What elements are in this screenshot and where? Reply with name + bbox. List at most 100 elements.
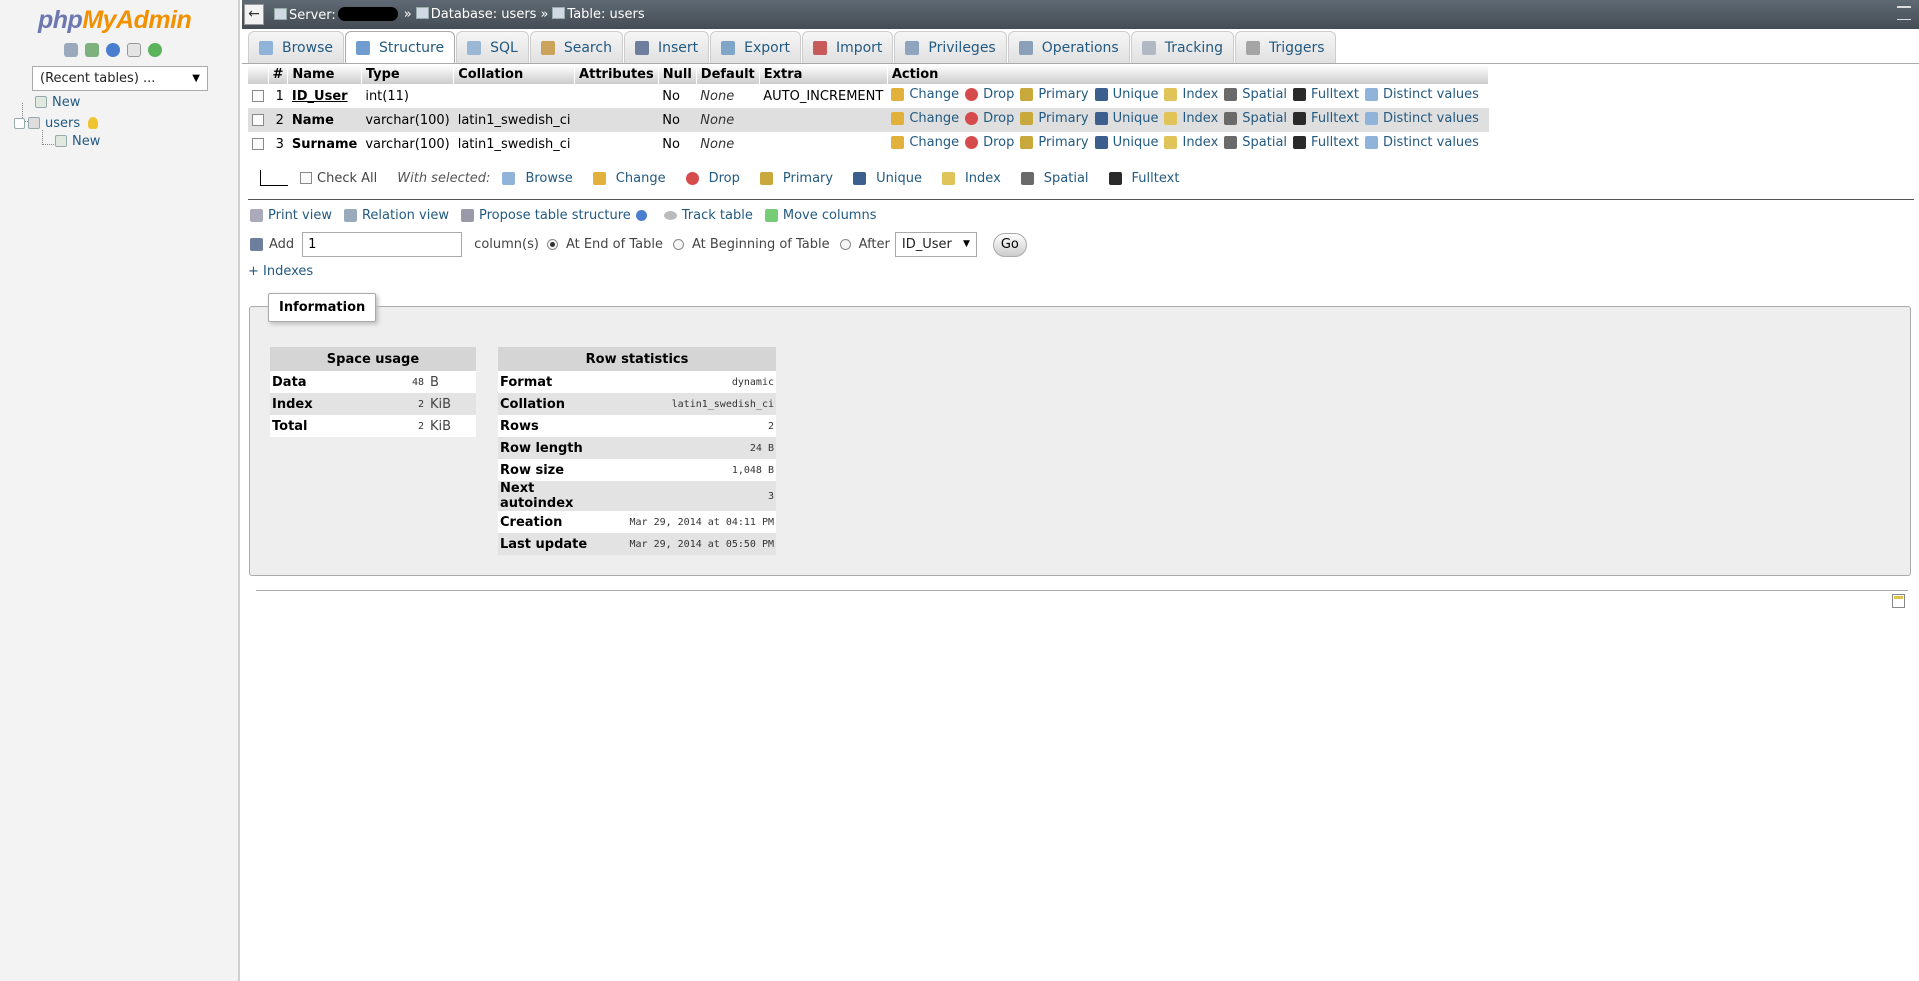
tab-structure[interactable]: Structure	[344, 31, 456, 63]
indexes-toggle-link[interactable]: + Indexes	[248, 264, 313, 279]
spatial-action[interactable]: Spatial	[1224, 135, 1287, 150]
index-action[interactable]: Index	[1164, 135, 1218, 150]
print-view-link[interactable]: Print view	[250, 208, 332, 223]
distinct-values-action[interactable]: Distinct values	[1364, 87, 1479, 102]
with-selected-spatial-button[interactable]: Spatial	[1020, 171, 1089, 186]
maximize-icon[interactable]	[1897, 6, 1911, 20]
space-usage-table: Space usage Data 48 B Index 2 KiB Total 2 KiB	[270, 347, 476, 437]
index-action[interactable]: Index	[1164, 111, 1218, 126]
recent-tables-select[interactable]: (Recent tables) ... ▼	[32, 66, 208, 91]
help-icon[interactable]	[106, 43, 120, 57]
tree-item-new-database[interactable]: New	[35, 95, 80, 110]
track-table-link[interactable]: Track table	[663, 208, 753, 223]
column-count-input[interactable]	[302, 232, 463, 257]
with-selected-index-button[interactable]: Index	[941, 171, 1001, 186]
stat-value: 2	[602, 415, 776, 437]
check-all-checkbox[interactable]	[300, 172, 312, 184]
fulltext-action[interactable]: Fulltext	[1293, 135, 1359, 150]
primary-action[interactable]: Primary	[1020, 135, 1089, 150]
at-beginning-radio[interactable]	[672, 239, 684, 250]
tab-sql[interactable]: SQL	[456, 31, 529, 63]
after-column-select[interactable]: ID_User ▼	[894, 232, 977, 257]
drop-action[interactable]: Drop	[965, 111, 1014, 126]
fulltext-action[interactable]: Fulltext	[1293, 87, 1359, 102]
primary-action[interactable]: Primary	[1020, 111, 1089, 126]
row-checkbox[interactable]	[252, 137, 264, 150]
at-end-radio[interactable]	[546, 239, 558, 250]
logout-icon[interactable]	[85, 43, 99, 57]
check-all-label[interactable]: Check All	[317, 171, 377, 186]
cell-name[interactable]: Surname	[287, 132, 362, 156]
row-checkbox[interactable]	[252, 89, 264, 102]
with-selected-browse-button[interactable]: Browse	[502, 171, 573, 186]
tree-item-users-db[interactable]: users	[14, 116, 99, 131]
change-icon	[891, 88, 905, 101]
distinct-values-action[interactable]: Distinct values	[1364, 111, 1479, 126]
tab-triggers[interactable]: Triggers	[1235, 31, 1336, 63]
breadcrumb-table[interactable]: Table: users	[552, 7, 645, 23]
with-selected-unique-button[interactable]: Unique	[853, 171, 922, 186]
spatial-icon	[1224, 88, 1238, 101]
tab-insert[interactable]: Insert	[623, 31, 710, 63]
change-action[interactable]: Change	[891, 135, 959, 150]
tab-browse[interactable]: Browse	[248, 31, 344, 63]
reload-icon[interactable]	[148, 43, 162, 57]
stat-label: Next autoindex	[498, 481, 602, 511]
spatial-action[interactable]: Spatial	[1224, 87, 1287, 102]
primary-icon	[1020, 136, 1034, 149]
move-columns-link[interactable]: Move columns	[764, 208, 876, 223]
cell-name[interactable]: Name	[287, 108, 362, 132]
help-icon[interactable]	[635, 210, 647, 221]
drop-action[interactable]: Drop	[965, 135, 1014, 150]
at-end-label[interactable]: At End of Table	[566, 237, 663, 252]
row-checkbox[interactable]	[252, 113, 264, 126]
go-button[interactable]: Go	[992, 232, 1027, 257]
unique-action[interactable]: Unique	[1094, 87, 1158, 102]
breadcrumb-database[interactable]: Database: users	[415, 7, 536, 23]
tab-tracking[interactable]: Tracking	[1130, 31, 1234, 63]
tab-import[interactable]: Import	[801, 31, 894, 63]
unique-action[interactable]: Unique	[1094, 135, 1158, 150]
fulltext-action[interactable]: Fulltext	[1293, 111, 1359, 126]
tree-item-new-table[interactable]: New	[55, 134, 100, 149]
at-beginning-label[interactable]: At Beginning of Table	[692, 237, 830, 252]
distinct-values-action[interactable]: Distinct values	[1364, 135, 1479, 150]
cell-actions: Change Drop Primary Unique Index Spatial Fullt…	[887, 84, 1489, 108]
with-selected-primary-button[interactable]: Primary	[759, 171, 833, 186]
after-label[interactable]: After	[859, 237, 890, 252]
drop-action[interactable]: Drop	[965, 87, 1014, 102]
change-icon	[891, 136, 905, 149]
collapse-icon[interactable]	[14, 118, 25, 129]
change-action[interactable]: Change	[891, 87, 959, 102]
console-icon[interactable]	[1892, 594, 1905, 608]
index-icon	[1164, 112, 1178, 125]
row-statistics-row: Rows 2	[498, 415, 776, 437]
change-action[interactable]: Change	[891, 111, 959, 126]
breadcrumb-server[interactable]: Server:	[274, 7, 400, 23]
space-value: 48	[366, 371, 426, 393]
tab-privileges[interactable]: Privileges	[894, 31, 1007, 63]
tab-export[interactable]: Export	[710, 31, 801, 63]
relation-view-link[interactable]: Relation view	[343, 208, 449, 223]
primary-action[interactable]: Primary	[1020, 87, 1089, 102]
after-radio[interactable]	[839, 239, 851, 250]
unique-action[interactable]: Unique	[1094, 111, 1158, 126]
spatial-action[interactable]: Spatial	[1224, 111, 1287, 126]
lightbulb-icon	[88, 117, 99, 129]
index-action[interactable]: Index	[1164, 87, 1218, 102]
with-selected-change-button[interactable]: Change	[592, 171, 666, 186]
phpmyadmin-logo[interactable]: phpMyAdmin	[38, 6, 192, 35]
with-selected-fulltext-button[interactable]: Fulltext	[1108, 171, 1179, 186]
tab-operations[interactable]: Operations	[1007, 31, 1130, 63]
with-selected-drop-button[interactable]: Drop	[685, 171, 740, 186]
docs-icon[interactable]	[127, 43, 141, 57]
collapse-nav-button[interactable]: ←	[244, 4, 264, 25]
cell-num: 2	[268, 108, 288, 132]
cell-name[interactable]: ID_User	[287, 84, 362, 108]
tab-label: Operations	[1041, 39, 1119, 56]
tab-search[interactable]: Search	[529, 31, 623, 63]
propose-structure-link[interactable]: Propose table structure	[460, 208, 652, 223]
home-icon[interactable]	[64, 43, 78, 57]
space-label: Index	[270, 393, 366, 415]
breadcrumb: Server: » Database: users » Table: users	[274, 7, 645, 23]
